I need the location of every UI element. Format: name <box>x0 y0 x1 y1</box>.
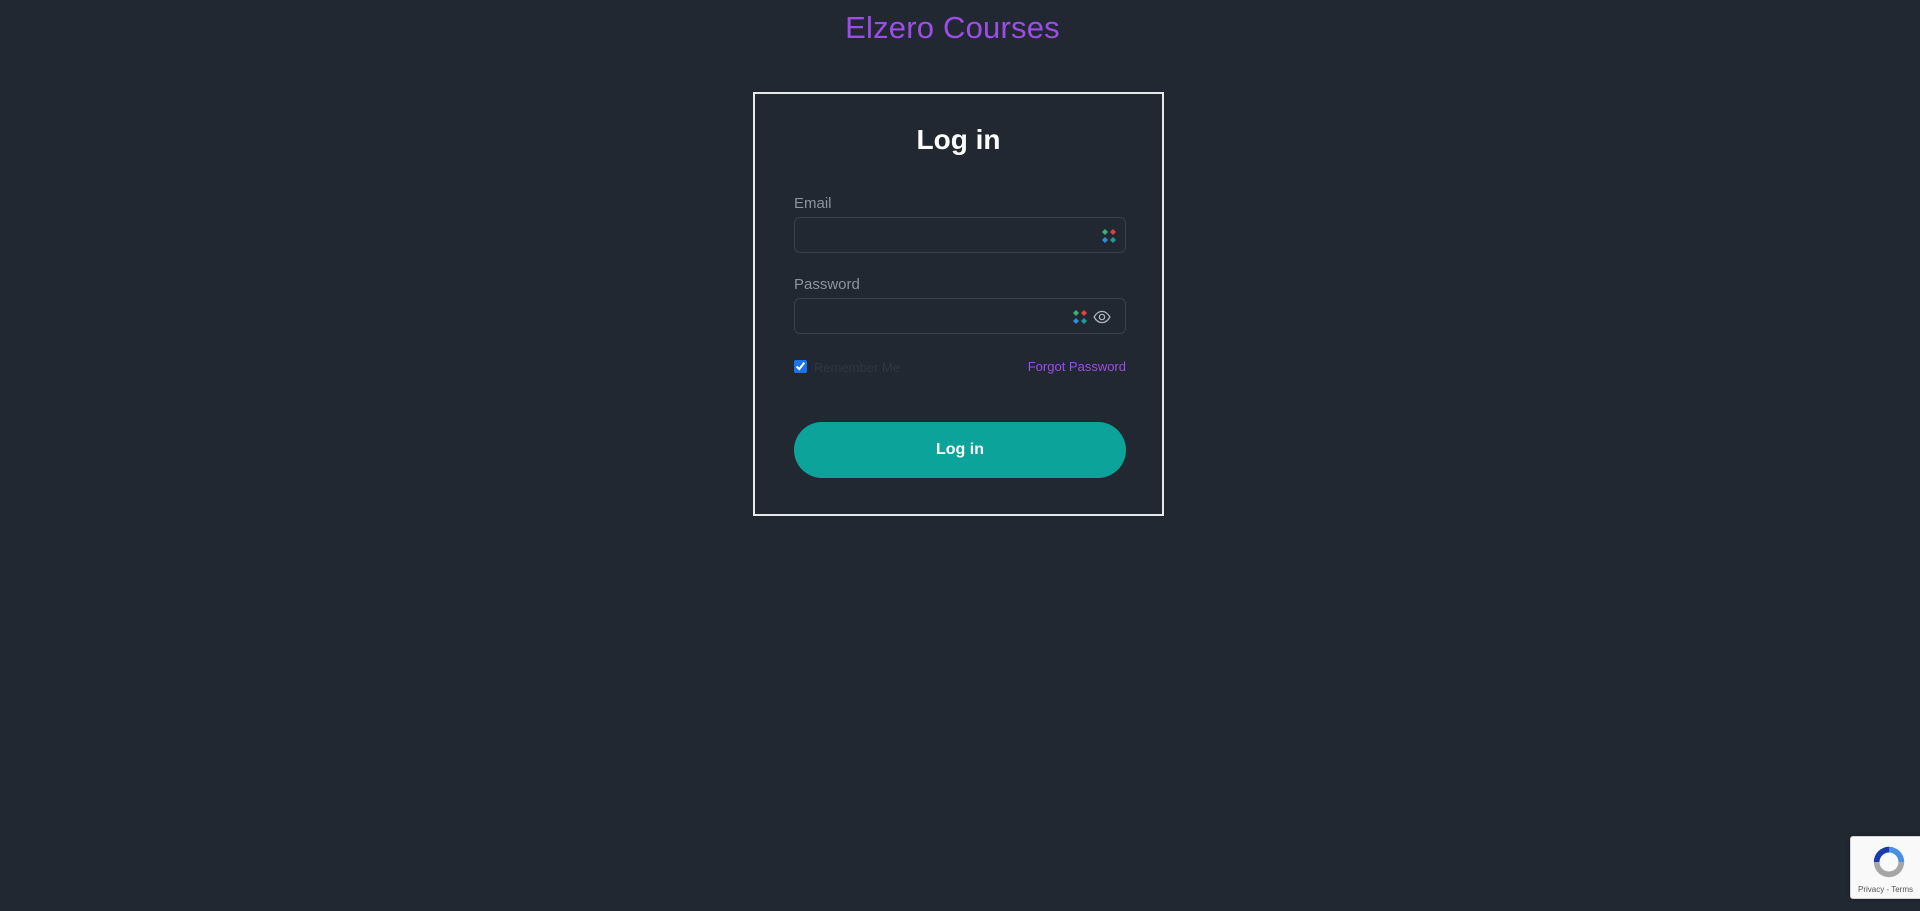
forgot-password-link[interactable]: Forgot Password <box>1028 359 1126 374</box>
password-manager-icon[interactable] <box>1100 227 1118 245</box>
recaptcha-links: Privacy - Terms <box>1851 885 1920 894</box>
eye-icon[interactable] <box>1093 308 1111 326</box>
site-title[interactable]: Elzero Courses <box>0 10 1905 46</box>
password-label: Password <box>794 276 860 293</box>
recaptcha-privacy-link[interactable]: Privacy <box>1858 885 1884 894</box>
password-manager-icon[interactable] <box>1071 308 1089 326</box>
password-field-wrapper <box>794 298 1126 334</box>
remember-row: Remember Me Forgot Password <box>794 358 1126 378</box>
remember-label[interactable]: Remember Me <box>814 360 900 375</box>
email-field-wrapper <box>794 217 1126 253</box>
login-card: Log in Email Password Remember Me Forgot… <box>753 92 1164 516</box>
email-input[interactable] <box>795 218 1125 252</box>
login-title: Log in <box>916 124 1001 155</box>
recaptcha-badge[interactable]: Privacy - Terms <box>1850 836 1920 899</box>
recaptcha-terms-link[interactable]: Terms <box>1891 885 1913 894</box>
recaptcha-logo-icon <box>1873 846 1905 878</box>
login-page: Elzero Courses Log in Email Password Rem… <box>0 0 1920 911</box>
login-button[interactable]: Log in <box>794 422 1126 478</box>
email-label: Email <box>794 195 832 212</box>
remember-checkbox[interactable] <box>794 360 807 373</box>
